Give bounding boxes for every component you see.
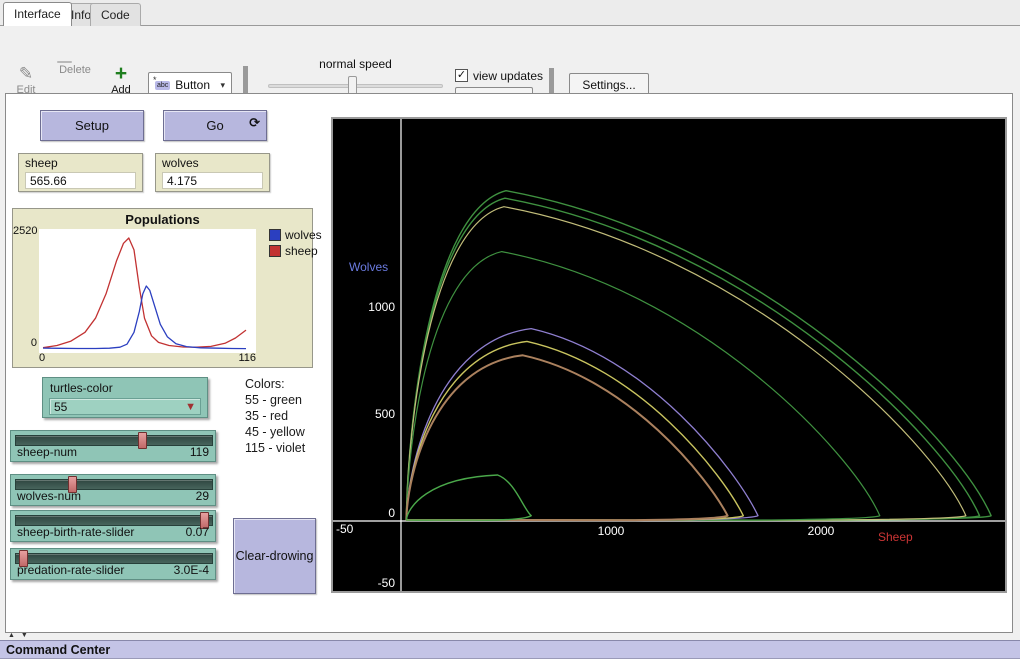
wolves-monitor: wolves 4.175 bbox=[155, 153, 270, 192]
svg-text:500: 500 bbox=[375, 407, 395, 421]
speed-slider-label: normal speed bbox=[268, 57, 443, 71]
chooser-label: turtles-color bbox=[50, 381, 113, 395]
delete-label: Delete bbox=[59, 64, 91, 76]
wolves-monitor-label: wolves bbox=[162, 156, 199, 170]
turtles-color-chooser[interactable]: turtles-color 55 ▼ bbox=[42, 377, 208, 418]
tab-bar: Interface Info Code bbox=[0, 0, 1020, 26]
edit-button[interactable]: ✎ Edit bbox=[10, 64, 42, 96]
pencil-icon: ✎ bbox=[10, 64, 42, 84]
x-axis-min-label: 0 bbox=[39, 352, 45, 364]
phase-plot-canvas: 1000 500 0 1000 2000 -50 -50 Sheep Wolves bbox=[333, 119, 1005, 591]
go-button[interactable]: Go ⟳ bbox=[163, 110, 267, 141]
setup-button[interactable]: Setup bbox=[40, 110, 144, 141]
sheep-monitor-value: 565.66 bbox=[25, 172, 136, 189]
view-updates-label: view updates bbox=[473, 69, 543, 83]
svg-text:Sheep: Sheep bbox=[878, 530, 913, 544]
y-axis-max-label: 2520 bbox=[13, 225, 37, 237]
x-axis-max-label: 116 bbox=[213, 352, 256, 364]
view-updates-checkbox[interactable]: ✓ bbox=[455, 69, 468, 82]
plot-title: Populations bbox=[13, 212, 312, 227]
chevron-down-icon: ▾ bbox=[220, 80, 225, 91]
legend-item-wolves: wolves bbox=[269, 228, 322, 242]
add-button[interactable]: + Add bbox=[105, 64, 137, 96]
clear-drawing-button[interactable]: Clear-drowing bbox=[233, 518, 316, 594]
y-axis-min-label: 0 bbox=[17, 337, 37, 349]
sheep-num-slider[interactable]: sheep-num 119 bbox=[10, 430, 216, 462]
colors-note-line: 115 - violet bbox=[245, 440, 335, 456]
svg-text:2000: 2000 bbox=[808, 524, 835, 538]
phase-plot: 1000 500 0 1000 2000 -50 -50 Sheep Wolves bbox=[331, 117, 1007, 593]
sheep-monitor-label: sheep bbox=[25, 156, 58, 170]
plus-icon: + bbox=[105, 64, 137, 84]
wolves-monitor-value: 4.175 bbox=[162, 172, 263, 189]
command-center-title: Command Center bbox=[6, 643, 110, 657]
colors-note-line: 35 - red bbox=[245, 408, 335, 424]
toolbar: ✎ Edit Delete + Add * abc Button ▾ norma… bbox=[0, 26, 1020, 93]
svg-text:Wolves: Wolves bbox=[349, 260, 388, 274]
slider-handle[interactable] bbox=[138, 432, 147, 449]
colors-note-line: 45 - yellow bbox=[245, 424, 335, 440]
populations-chart-canvas bbox=[39, 229, 256, 353]
svg-text:0: 0 bbox=[388, 506, 395, 520]
predation-rate-slider[interactable]: predation-rate-slider 3.0E-4 bbox=[10, 548, 216, 580]
wolves-legend-swatch bbox=[269, 229, 281, 241]
chooser-value-box[interactable]: 55 ▼ bbox=[49, 398, 201, 415]
delete-button[interactable]: Delete bbox=[55, 64, 95, 76]
command-center-bar[interactable]: Command Center bbox=[0, 640, 1020, 659]
colors-note-line: 55 - green bbox=[245, 392, 335, 408]
sheep-legend-swatch bbox=[269, 245, 281, 257]
legend-item-sheep: sheep bbox=[269, 244, 318, 258]
chooser-arrow-icon: ▼ bbox=[185, 401, 196, 413]
colors-note: Colors: 55 - green 35 - red 45 - yellow … bbox=[245, 376, 335, 456]
svg-text:-50: -50 bbox=[378, 576, 396, 590]
sheep-monitor: sheep 565.66 bbox=[18, 153, 143, 192]
svg-text:1000: 1000 bbox=[598, 524, 625, 538]
command-center-splitter[interactable]: ▲ ▼ bbox=[8, 632, 30, 639]
colors-note-title: Colors: bbox=[245, 376, 335, 392]
abc-widget-icon: * abc bbox=[155, 81, 170, 90]
widget-type-value: Button bbox=[175, 78, 210, 92]
tab-interface[interactable]: Interface bbox=[3, 2, 72, 26]
forever-icon: ⟳ bbox=[249, 108, 260, 137]
wolves-num-slider[interactable]: wolves-num 29 bbox=[10, 474, 216, 506]
sheep-birth-rate-slider[interactable]: sheep-birth-rate-slider 0.07 bbox=[10, 510, 216, 542]
tab-code[interactable]: Code bbox=[90, 3, 141, 26]
populations-plot: Populations wolves sheep 2520 0 0 116 bbox=[12, 208, 313, 368]
svg-text:1000: 1000 bbox=[368, 300, 395, 314]
svg-text:-50: -50 bbox=[336, 522, 354, 536]
